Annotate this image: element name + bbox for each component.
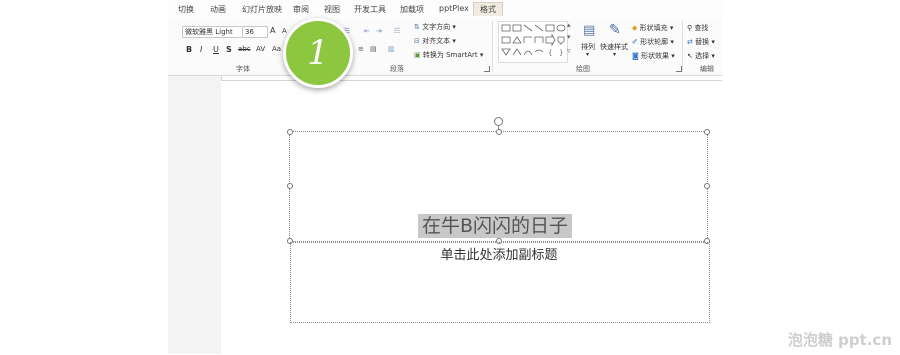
binoculars-icon: ⚲ (687, 24, 693, 32)
paint-bucket-icon: ◆ (632, 24, 638, 32)
find-label: 查找 (694, 24, 709, 32)
gallery-scroll-up-icon[interactable]: ▴ (567, 21, 571, 29)
font-group-label: 字体 (236, 65, 250, 73)
replace-label: 替换 (695, 38, 710, 46)
align-right-icon[interactable]: ≡ (358, 45, 364, 53)
step-number-badge: 1 (283, 18, 353, 88)
tab-review[interactable]: 审阅 (293, 4, 309, 15)
gallery-more-icon[interactable]: ▿ (567, 47, 571, 55)
font-size-select[interactable]: 36 (242, 26, 268, 38)
gallery-scroll-down-icon[interactable]: ▾ (567, 33, 571, 41)
tab-developer[interactable]: 开发工具 (354, 4, 386, 15)
underline-button[interactable]: U (213, 45, 219, 54)
watermark: 泡泡糖 ppt.cn (787, 331, 892, 349)
change-case-button[interactable]: Aa (272, 45, 281, 53)
select-button[interactable]: ↖ 选择 ▾ (687, 51, 715, 61)
shrink-font-button[interactable]: A (282, 27, 287, 35)
arrange-icon: ▤ (583, 23, 596, 38)
svg-text:}: } (559, 49, 563, 57)
text-direction-button[interactable]: ⇅ 文字方向 ▾ (414, 22, 456, 32)
text-direction-icon: ⇅ (414, 23, 420, 31)
arrange-button[interactable]: ▤ 排列 ▾ (578, 21, 600, 61)
resize-handle[interactable] (704, 129, 710, 135)
strikethrough-button[interactable]: abc (238, 45, 251, 53)
editing-group-label: 编辑 (700, 65, 714, 73)
replace-icon: ⇄ (687, 38, 693, 46)
convert-smartart-label: 转换为 SmartArt (422, 51, 478, 59)
resize-handle[interactable] (287, 129, 293, 135)
shape-fill-button[interactable]: ◆ 形状填充 ▾ (632, 23, 673, 33)
decrease-indent-icon[interactable]: ⇤ (364, 27, 370, 35)
cursor-icon: ↖ (687, 52, 693, 60)
tab-pptplex[interactable]: pptPlex (439, 4, 469, 13)
quick-styles-button[interactable]: ✎ 快速样式 ▾ (600, 21, 632, 61)
shapes-gallery[interactable]: {} (498, 21, 568, 63)
text-direction-label: 文字方向 (422, 23, 451, 31)
line-spacing-icon[interactable]: ☷ (394, 27, 400, 35)
paragraph-dialog-launcher[interactable] (484, 66, 490, 72)
shape-fill-label: 形状填充 (639, 24, 668, 32)
font-name-select[interactable]: 微软雅黑 Light (182, 26, 244, 38)
quick-styles-icon: ✎ (609, 22, 621, 38)
tab-addins[interactable]: 加载项 (400, 4, 424, 15)
replace-button[interactable]: ⇄ 替换 ▾ (687, 37, 715, 47)
ribbon-tab-bar: 切换 动画 幻灯片放映 审阅 视图 开发工具 加载项 pptPlex 格式 (168, 0, 722, 20)
slide-subtitle-text[interactable]: 单击此处添加副标题 (290, 244, 708, 263)
columns-icon[interactable]: ▥ (388, 45, 395, 53)
align-text-icon: ⊟ (414, 37, 420, 45)
grow-font-button[interactable]: A (270, 26, 275, 35)
chevron-down-icon: ▾ (586, 51, 590, 58)
shape-effects-button[interactable]: ◙ 形状效果 ▾ (632, 51, 675, 61)
italic-button[interactable]: I (200, 45, 202, 54)
svg-text:{: { (548, 49, 552, 57)
convert-smartart-button[interactable]: ▣ 转换为 SmartArt ▾ (414, 50, 483, 60)
find-button[interactable]: ⚲ 查找 (687, 23, 708, 33)
justify-icon[interactable]: ▤ (370, 45, 377, 53)
tab-view[interactable]: 视图 (324, 4, 340, 15)
resize-handle[interactable] (496, 129, 502, 135)
align-text-button[interactable]: ⊟ 对齐文本 ▾ (414, 36, 456, 46)
bold-button[interactable]: B (186, 45, 192, 54)
tab-format[interactable]: 格式 (473, 2, 503, 16)
paragraph-group-label: 段落 (390, 65, 404, 73)
chevron-down-icon: ▾ (613, 51, 617, 58)
rotation-handle[interactable] (494, 117, 503, 126)
group-divider (492, 21, 493, 71)
tab-transitions[interactable]: 切换 (178, 4, 194, 15)
pen-icon: ✐ (632, 38, 638, 46)
shape-outline-button[interactable]: ✐ 形状轮廓 ▾ (632, 37, 674, 47)
drawing-group-label: 绘图 (576, 65, 590, 73)
tab-slideshow[interactable]: 幻灯片放映 (242, 4, 282, 15)
shape-outline-label: 形状轮廓 (640, 38, 669, 46)
resize-handle[interactable] (704, 183, 710, 189)
shapes-gallery-icons: {} (501, 24, 566, 57)
slide-thumbnail-pane[interactable] (168, 76, 222, 354)
shape-effects-label: 形状效果 (641, 52, 670, 60)
text-shadow-button[interactable]: S (226, 45, 232, 54)
char-spacing-button[interactable]: AV (256, 45, 265, 53)
group-divider (682, 21, 683, 71)
increase-indent-icon[interactable]: ⇥ (376, 27, 382, 35)
align-text-label: 对齐文本 (422, 37, 451, 45)
slide-title-text[interactable]: 在牛B闪闪的日子 (418, 214, 573, 238)
shape-effects-icon: ◙ (632, 52, 639, 60)
resize-handle[interactable] (287, 183, 293, 189)
select-label: 选择 (695, 52, 710, 60)
ribbon: 微软雅黑 Light 36 A A B I U S abc AV Aa 字体 ☰… (168, 19, 722, 76)
smartart-icon: ▣ (414, 51, 421, 59)
tab-animations[interactable]: 动画 (210, 4, 226, 15)
